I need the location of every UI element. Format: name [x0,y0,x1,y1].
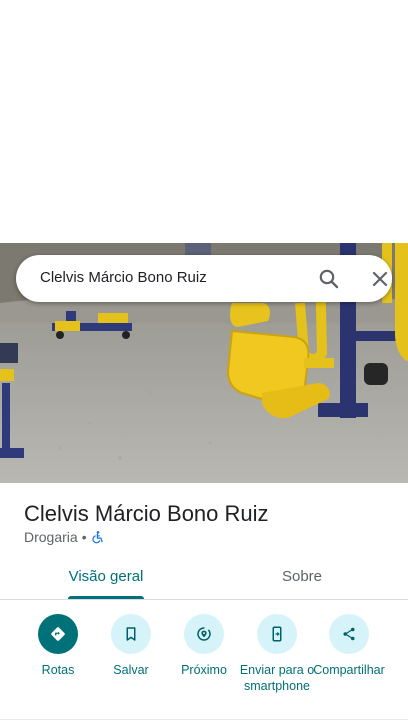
place-category: Drogaria [24,529,78,545]
action-bar: Rotas Salvar Próximo Enviar para o smart… [0,600,408,720]
search-bar[interactable]: Clelvis Márcio Bono Ruiz [16,255,392,302]
search-input[interactable]: Clelvis Márcio Bono Ruiz [40,269,207,286]
tab-about[interactable]: Sobre [224,553,380,600]
tab-overview[interactable]: Visão geral [28,553,184,600]
save-button[interactable]: Salvar [93,614,169,678]
send-to-phone-label: Enviar para o smartphone [239,663,315,693]
place-title: Clelvis Márcio Bono Ruiz [24,501,269,526]
save-label: Salvar [113,663,149,677]
send-to-phone-button[interactable]: Enviar para o smartphone [239,614,315,694]
map-blank-area [0,0,408,243]
nearby-button[interactable]: Próximo [166,614,242,678]
wheelchair-accessible-icon [91,530,105,544]
directions-label: Rotas [41,663,75,677]
bookmark-icon [111,614,151,654]
close-icon[interactable] [368,267,392,291]
share-label: Compartilhar [313,663,385,677]
nearby-label: Próximo [181,663,227,677]
separator-dot: • [81,529,87,545]
search-icon[interactable] [317,267,341,291]
share-button[interactable]: Compartilhar [311,614,387,678]
active-tab-indicator [68,596,144,599]
send-to-phone-icon [257,614,297,654]
nearby-icon [184,614,224,654]
directions-icon [38,614,78,654]
tab-bar: Visão geral Sobre [0,553,408,600]
place-subtitle: Drogaria • [24,529,105,545]
directions-button[interactable]: Rotas [20,614,96,678]
share-icon [329,614,369,654]
divider [0,719,408,720]
